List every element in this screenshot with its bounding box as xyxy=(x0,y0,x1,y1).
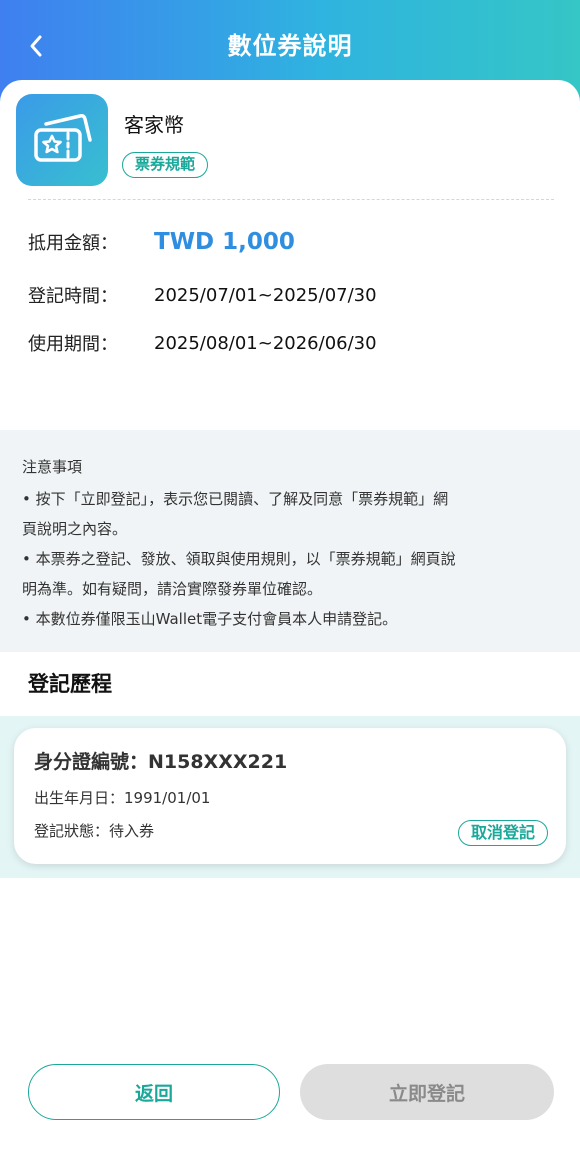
amount-row: 抵用金額： TWD 1,000 xyxy=(28,224,295,260)
cancel-registration-button[interactable]: 取消登記 xyxy=(457,820,548,846)
usage-period-row: 使用期間： 2025/08/01~2026/06/30 xyxy=(28,325,377,361)
amount-label: 抵用金額： xyxy=(28,233,118,254)
notice-item: • 按下「立即登記」，表示您已閱讀、了解及同意「票券規範」網 xyxy=(22,490,449,508)
notice-panel: 注意事項 • 按下「立即登記」，表示您已閱讀、了解及同意「票券規範」網 頁說明之… xyxy=(0,430,580,652)
page-title: 數位券說明 xyxy=(227,32,353,60)
coupon-icon xyxy=(16,94,108,186)
register-period-value: 2025/07/01~2025/07/30 xyxy=(154,284,377,306)
register-period-label: 登記時間： xyxy=(28,286,118,307)
id-number: 身分證編號：N158XXX221 xyxy=(34,751,288,773)
usage-period-label: 使用期間： xyxy=(28,334,118,355)
usage-period-value: 2025/08/01~2026/06/30 xyxy=(154,332,377,354)
return-button[interactable]: 返回 xyxy=(28,1064,280,1120)
history-title: 登記歷程 xyxy=(28,672,112,696)
registration-status: 登記狀態：待入券 xyxy=(34,822,155,840)
history-record-card: 身分證編號：N158XXX221 出生年月日：1991/01/01 登記狀態：待… xyxy=(14,728,566,864)
amount-value: TWD 1,000 xyxy=(154,229,295,255)
notice-item: 明為準。如有疑問，請洽實際發券單位確認。 xyxy=(22,580,323,598)
coupon-rules-button[interactable]: 票券規範 xyxy=(122,152,209,178)
dashed-divider xyxy=(28,199,554,200)
register-now-button[interactable]: 立即登記 xyxy=(300,1064,554,1120)
ticket-star-icon xyxy=(34,114,92,162)
notice-item: • 本票券之登記、發放、領取與使用規則，以「票券規範」網頁說 xyxy=(22,550,456,568)
register-period-row: 登記時間： 2025/07/01~2025/07/30 xyxy=(28,277,377,313)
coupon-name: 客家幣 xyxy=(124,113,184,137)
notice-item: 頁說明之內容。 xyxy=(22,520,128,538)
notice-item: • 本數位券僅限玉山Wallet電子支付會員本人申請登記。 xyxy=(22,610,398,628)
notice-title: 注意事項 xyxy=(22,458,83,476)
birth-date: 出生年月日：1991/01/01 xyxy=(34,789,211,807)
